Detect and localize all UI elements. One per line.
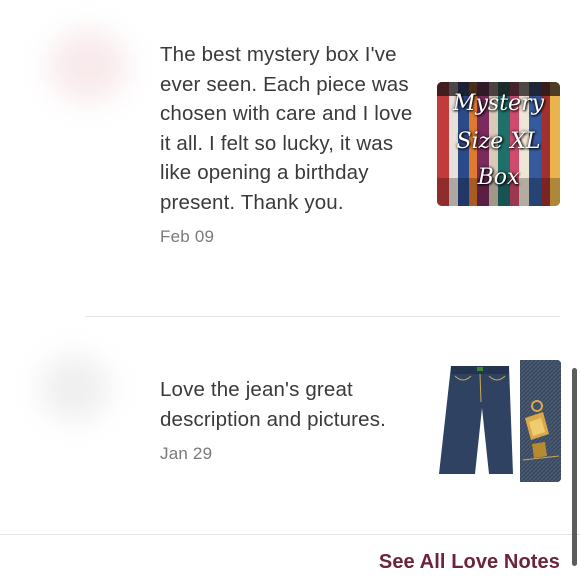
review-card: The best mystery box I've ever seen. Eac… [160, 40, 415, 247]
review-text: Love the jean's great description and pi… [160, 378, 386, 431]
reviewer-avatar[interactable] [40, 355, 110, 421]
reviewer-avatar[interactable] [48, 30, 128, 102]
jeans-photo-icon [439, 360, 561, 482]
thumbnail-caption-line: Size XL [456, 129, 541, 154]
review-card: Love the jean's great description and pi… [160, 375, 415, 464]
scrollbar[interactable] [572, 368, 577, 566]
section-divider [0, 534, 580, 535]
review-date: Jan 29 [160, 444, 213, 463]
thumbnail-caption-line: Box [477, 165, 520, 190]
review-text: The best mystery box I've ever seen. Eac… [160, 43, 413, 214]
review-divider [85, 316, 560, 317]
thumbnail-caption-line: Mystery [452, 91, 545, 116]
review-photo-thumbnail[interactable]: Mystery Size XL Box [437, 82, 560, 206]
review-photo-thumbnail[interactable] [437, 360, 561, 482]
review-date: Feb 09 [160, 227, 215, 246]
see-all-love-notes-link[interactable]: See All Love Notes [379, 551, 560, 574]
love-notes-screen: The best mystery box I've ever seen. Eac… [0, 0, 580, 580]
